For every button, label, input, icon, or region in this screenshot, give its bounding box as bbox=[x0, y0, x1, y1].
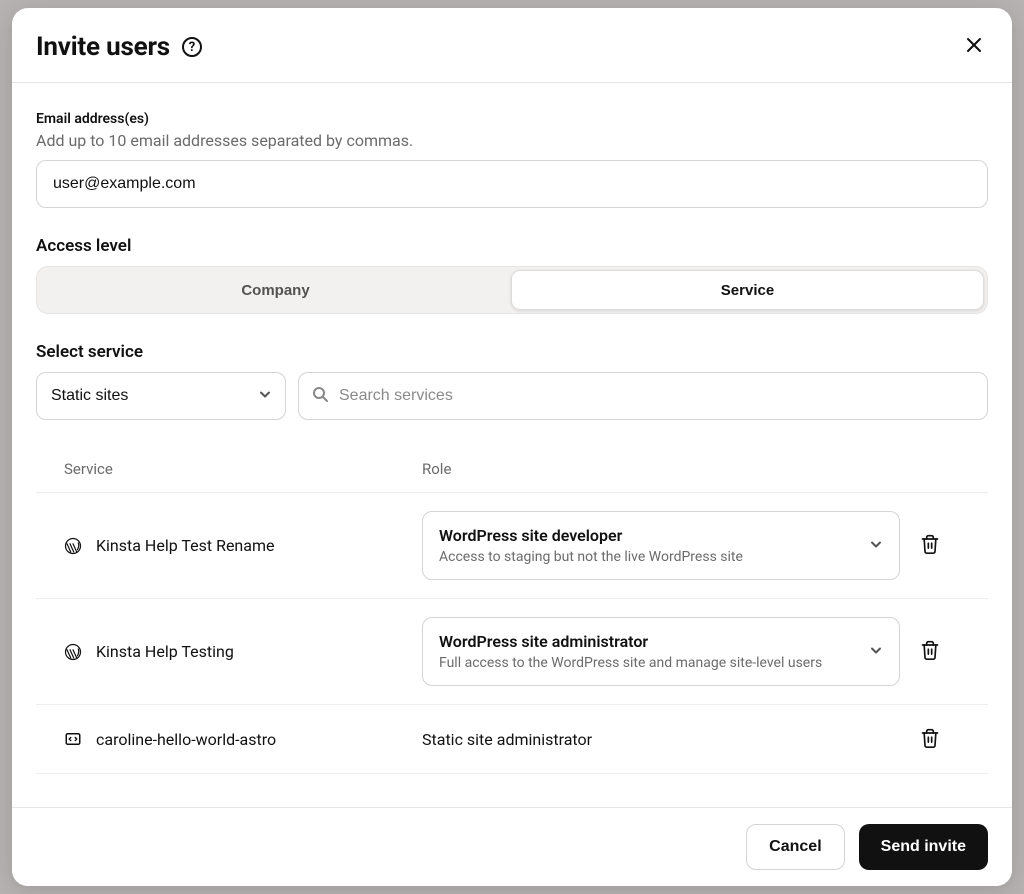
access-level-toggle: Company Service bbox=[36, 266, 988, 314]
table-row: caroline-hello-world-astro Static site a… bbox=[36, 705, 988, 774]
wordpress-icon bbox=[64, 643, 82, 661]
chevron-down-icon bbox=[869, 642, 883, 661]
cancel-button[interactable]: Cancel bbox=[746, 824, 844, 870]
role-title: WordPress site developer bbox=[439, 526, 855, 545]
email-description: Add up to 10 email addresses separated b… bbox=[36, 131, 988, 150]
chevron-down-icon bbox=[869, 536, 883, 555]
invite-users-modal: Invite users ? Email address(es) Add up … bbox=[12, 8, 1012, 886]
email-field-group: Email address(es) Add up to 10 email add… bbox=[36, 111, 988, 208]
table-row: Kinsta Help Testing WordPress site admin… bbox=[36, 599, 988, 705]
service-type-value[interactable]: Static sites bbox=[36, 372, 286, 420]
service-type-select[interactable]: Static sites bbox=[36, 372, 286, 420]
modal-title: Invite users bbox=[36, 32, 170, 62]
role-title: WordPress site administrator bbox=[439, 632, 855, 651]
delete-row-button[interactable] bbox=[914, 636, 946, 668]
access-level-service[interactable]: Service bbox=[511, 270, 984, 310]
role-description: Access to staging but not the live WordP… bbox=[439, 549, 855, 565]
search-services-input[interactable] bbox=[298, 372, 988, 420]
service-name: caroline-hello-world-astro bbox=[96, 730, 276, 749]
service-name: Kinsta Help Test Rename bbox=[96, 536, 274, 555]
service-cell: Kinsta Help Test Rename bbox=[64, 536, 422, 555]
email-input[interactable] bbox=[36, 160, 988, 208]
header-service: Service bbox=[64, 460, 422, 478]
wordpress-icon bbox=[64, 537, 82, 555]
service-cell: caroline-hello-world-astro bbox=[64, 730, 422, 749]
role-description: Full access to the WordPress site and ma… bbox=[439, 655, 855, 671]
table-header: Service Role bbox=[36, 448, 988, 493]
delete-row-button[interactable] bbox=[914, 723, 946, 755]
header-role: Role bbox=[422, 460, 900, 478]
access-level-group: Access level Company Service bbox=[36, 236, 988, 314]
service-table: Service Role Kinsta Help Test Rename Wor… bbox=[36, 448, 988, 774]
table-row: Kinsta Help Test Rename WordPress site d… bbox=[36, 493, 988, 599]
trash-icon bbox=[920, 640, 940, 663]
close-button[interactable] bbox=[960, 33, 988, 61]
select-service-label: Select service bbox=[36, 342, 988, 362]
role-static: Static site administrator bbox=[422, 730, 900, 749]
trash-icon bbox=[920, 534, 940, 557]
send-invite-button[interactable]: Send invite bbox=[859, 824, 988, 870]
trash-icon bbox=[920, 728, 940, 751]
email-label: Email address(es) bbox=[36, 111, 988, 127]
help-icon[interactable]: ? bbox=[182, 37, 202, 57]
role-select[interactable]: WordPress site administrator Full access… bbox=[422, 617, 900, 686]
modal-footer: Cancel Send invite bbox=[12, 807, 1012, 886]
select-service-group: Select service Static sites bbox=[36, 342, 988, 420]
modal-header: Invite users ? bbox=[12, 8, 1012, 83]
access-level-company[interactable]: Company bbox=[40, 270, 511, 310]
service-name: Kinsta Help Testing bbox=[96, 642, 234, 661]
service-cell: Kinsta Help Testing bbox=[64, 642, 422, 661]
access-level-label: Access level bbox=[36, 236, 988, 256]
delete-row-button[interactable] bbox=[914, 530, 946, 562]
modal-body: Email address(es) Add up to 10 email add… bbox=[12, 83, 1012, 807]
static-site-icon bbox=[64, 730, 82, 748]
role-select[interactable]: WordPress site developer Access to stagi… bbox=[422, 511, 900, 580]
close-icon bbox=[966, 36, 982, 59]
